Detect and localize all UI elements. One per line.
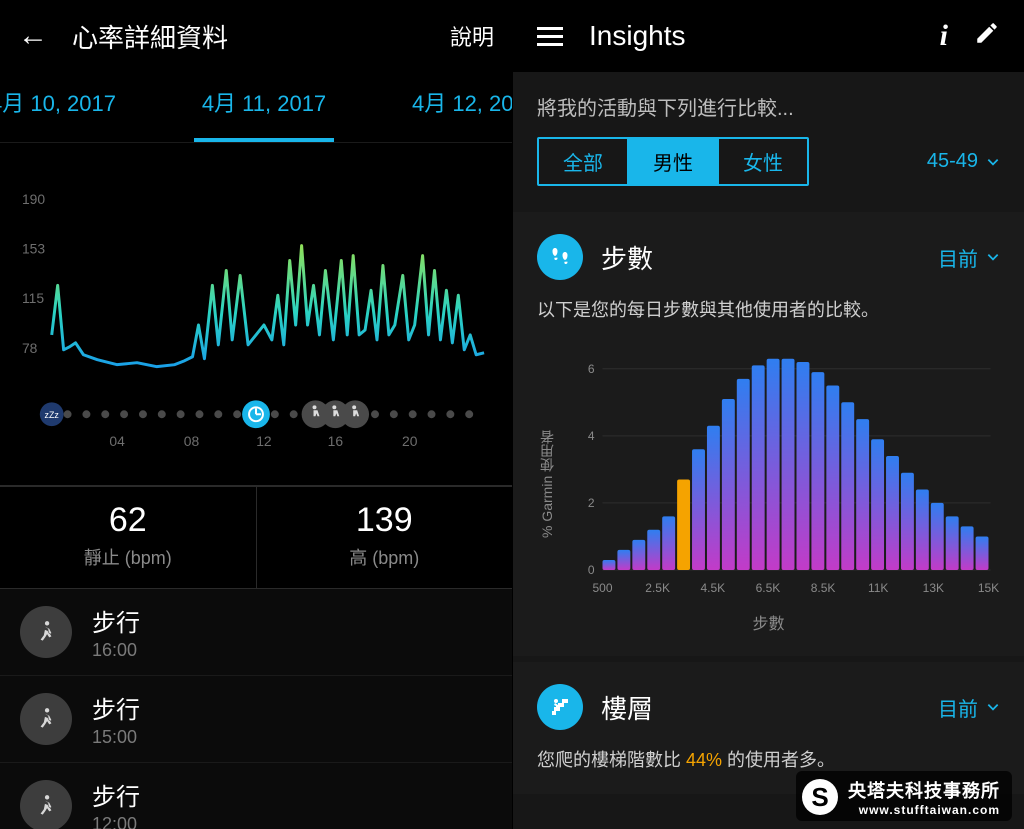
steps-range-dropdown[interactable]: 目前: [938, 243, 1000, 272]
activity-row[interactable]: 步行 12:00: [0, 763, 512, 829]
floors-range-dropdown[interactable]: 目前: [938, 693, 1000, 722]
compare-prompt: 將我的活動與下列進行比較...: [513, 72, 1024, 137]
high-bpm: 139 高 (bpm): [256, 487, 513, 588]
svg-text:2.5K: 2.5K: [645, 581, 670, 595]
steps-xlabel: 步數: [537, 610, 1000, 634]
insights-title: Insights: [589, 20, 686, 52]
resting-bpm: 62 靜止 (bpm): [0, 487, 256, 588]
right-pane: Insights i 將我的活動與下列進行比較... 全部 男性 女性 45-4…: [512, 0, 1024, 829]
left-header: ← 心率詳細資料 說明: [0, 0, 512, 72]
edit-icon[interactable]: [974, 20, 1000, 53]
watermark-logo: S: [802, 779, 838, 815]
hr-chart[interactable]: 190 153 115 78 zZz: [18, 175, 494, 475]
steps-card: 步數 目前 以下是您的每日步數與其他使用者的比較。 % Garmin 使用者: [513, 212, 1024, 656]
svg-text:8.5K: 8.5K: [811, 581, 836, 595]
steps-x-axis: 500 2.5K 4.5K 6.5K 8.5K 11K 13K 15K: [592, 581, 999, 595]
svg-text:6: 6: [588, 362, 595, 376]
svg-text:190: 190: [22, 191, 45, 207]
activity-name: 步行: [92, 777, 140, 812]
svg-text:15K: 15K: [978, 581, 999, 595]
right-header: Insights i: [513, 0, 1024, 72]
back-button[interactable]: ←: [18, 19, 48, 53]
svg-text:08: 08: [184, 433, 200, 449]
steps-bar-chart[interactable]: 0 2 4 6 500 2.5K 4.5K 6.5K 8.5K 11K 13K 15K: [569, 344, 1000, 604]
activity-name: 步行: [92, 690, 140, 725]
activity-time: 16:00: [92, 640, 140, 661]
activity-time: 15:00: [92, 727, 140, 748]
page-title: 心率詳細資料: [72, 18, 228, 55]
timeline-dots: zZz: [40, 400, 473, 428]
svg-text:4: 4: [588, 429, 595, 443]
segment-male[interactable]: 男性: [627, 139, 717, 184]
svg-text:20: 20: [402, 433, 418, 449]
steps-desc: 以下是您的每日步數與其他使用者的比較。: [537, 296, 1000, 322]
watermark: S 央塔夫科技事務所 www.stufftaiwan.com: [796, 771, 1012, 821]
steps-icon: [537, 234, 583, 280]
svg-text:13K: 13K: [923, 581, 944, 595]
left-pane: ← 心率詳細資料 說明 4月 10, 2017 4月 11, 2017 4月 1…: [0, 0, 512, 829]
svg-text:115: 115: [22, 290, 44, 306]
hr-chart-container: 190 153 115 78 zZz: [0, 143, 512, 486]
svg-text:04: 04: [109, 433, 125, 449]
floors-desc: 您爬的樓梯階數比 44% 的使用者多。: [537, 746, 1000, 772]
hr-y-axis: 190 153 115 78: [22, 191, 45, 356]
svg-text:2: 2: [588, 496, 595, 510]
walk-icon: [20, 780, 72, 829]
date-tab-current[interactable]: 4月 11, 2017: [184, 72, 344, 136]
info-icon[interactable]: i: [940, 19, 948, 53]
insights-body: 將我的活動與下列進行比較... 全部 男性 女性 45-49 步數 目前: [513, 72, 1024, 829]
menu-button[interactable]: [537, 27, 563, 46]
activity-list: 步行16:00步行15:00步行12:00: [0, 589, 512, 829]
age-range-dropdown[interactable]: 45-49: [927, 150, 1000, 173]
svg-text:78: 78: [22, 340, 38, 356]
steps-bars: [603, 359, 989, 570]
svg-text:16: 16: [328, 433, 344, 449]
hr-line: [52, 246, 484, 367]
hr-x-axis: 04 08 12 16 20: [109, 433, 417, 449]
svg-text:153: 153: [22, 241, 45, 257]
floors-title: 樓層: [601, 689, 653, 726]
activity-row[interactable]: 步行15:00: [0, 676, 512, 763]
date-tab-prev[interactable]: 4月 10, 2017: [0, 72, 134, 136]
svg-text:11K: 11K: [868, 581, 888, 595]
walk-icon: [20, 606, 72, 658]
walk-icon: [20, 693, 72, 745]
svg-text:zZz: zZz: [45, 410, 60, 420]
steps-title: 步數: [601, 239, 653, 276]
gender-segment: 全部 男性 女性: [537, 137, 809, 186]
compare-controls: 全部 男性 女性 45-49: [513, 137, 1024, 206]
date-tabs: 4月 10, 2017 4月 11, 2017 4月 12, 2017: [0, 72, 512, 143]
help-button[interactable]: 說明: [450, 20, 494, 52]
segment-all[interactable]: 全部: [539, 139, 627, 184]
svg-text:6.5K: 6.5K: [756, 581, 781, 595]
activity-row[interactable]: 步行16:00: [0, 589, 512, 676]
steps-ylabel: % Garmin 使用者: [537, 344, 557, 604]
segment-female[interactable]: 女性: [717, 139, 807, 184]
svg-text:0: 0: [588, 563, 595, 577]
hr-stats: 62 靜止 (bpm) 139 高 (bpm): [0, 486, 512, 589]
svg-text:4.5K: 4.5K: [700, 581, 725, 595]
svg-text:500: 500: [592, 581, 612, 595]
activity-name: 步行: [92, 603, 140, 638]
stairs-icon: [537, 684, 583, 730]
activity-time: 12:00: [92, 814, 140, 829]
svg-text:12: 12: [256, 433, 272, 449]
